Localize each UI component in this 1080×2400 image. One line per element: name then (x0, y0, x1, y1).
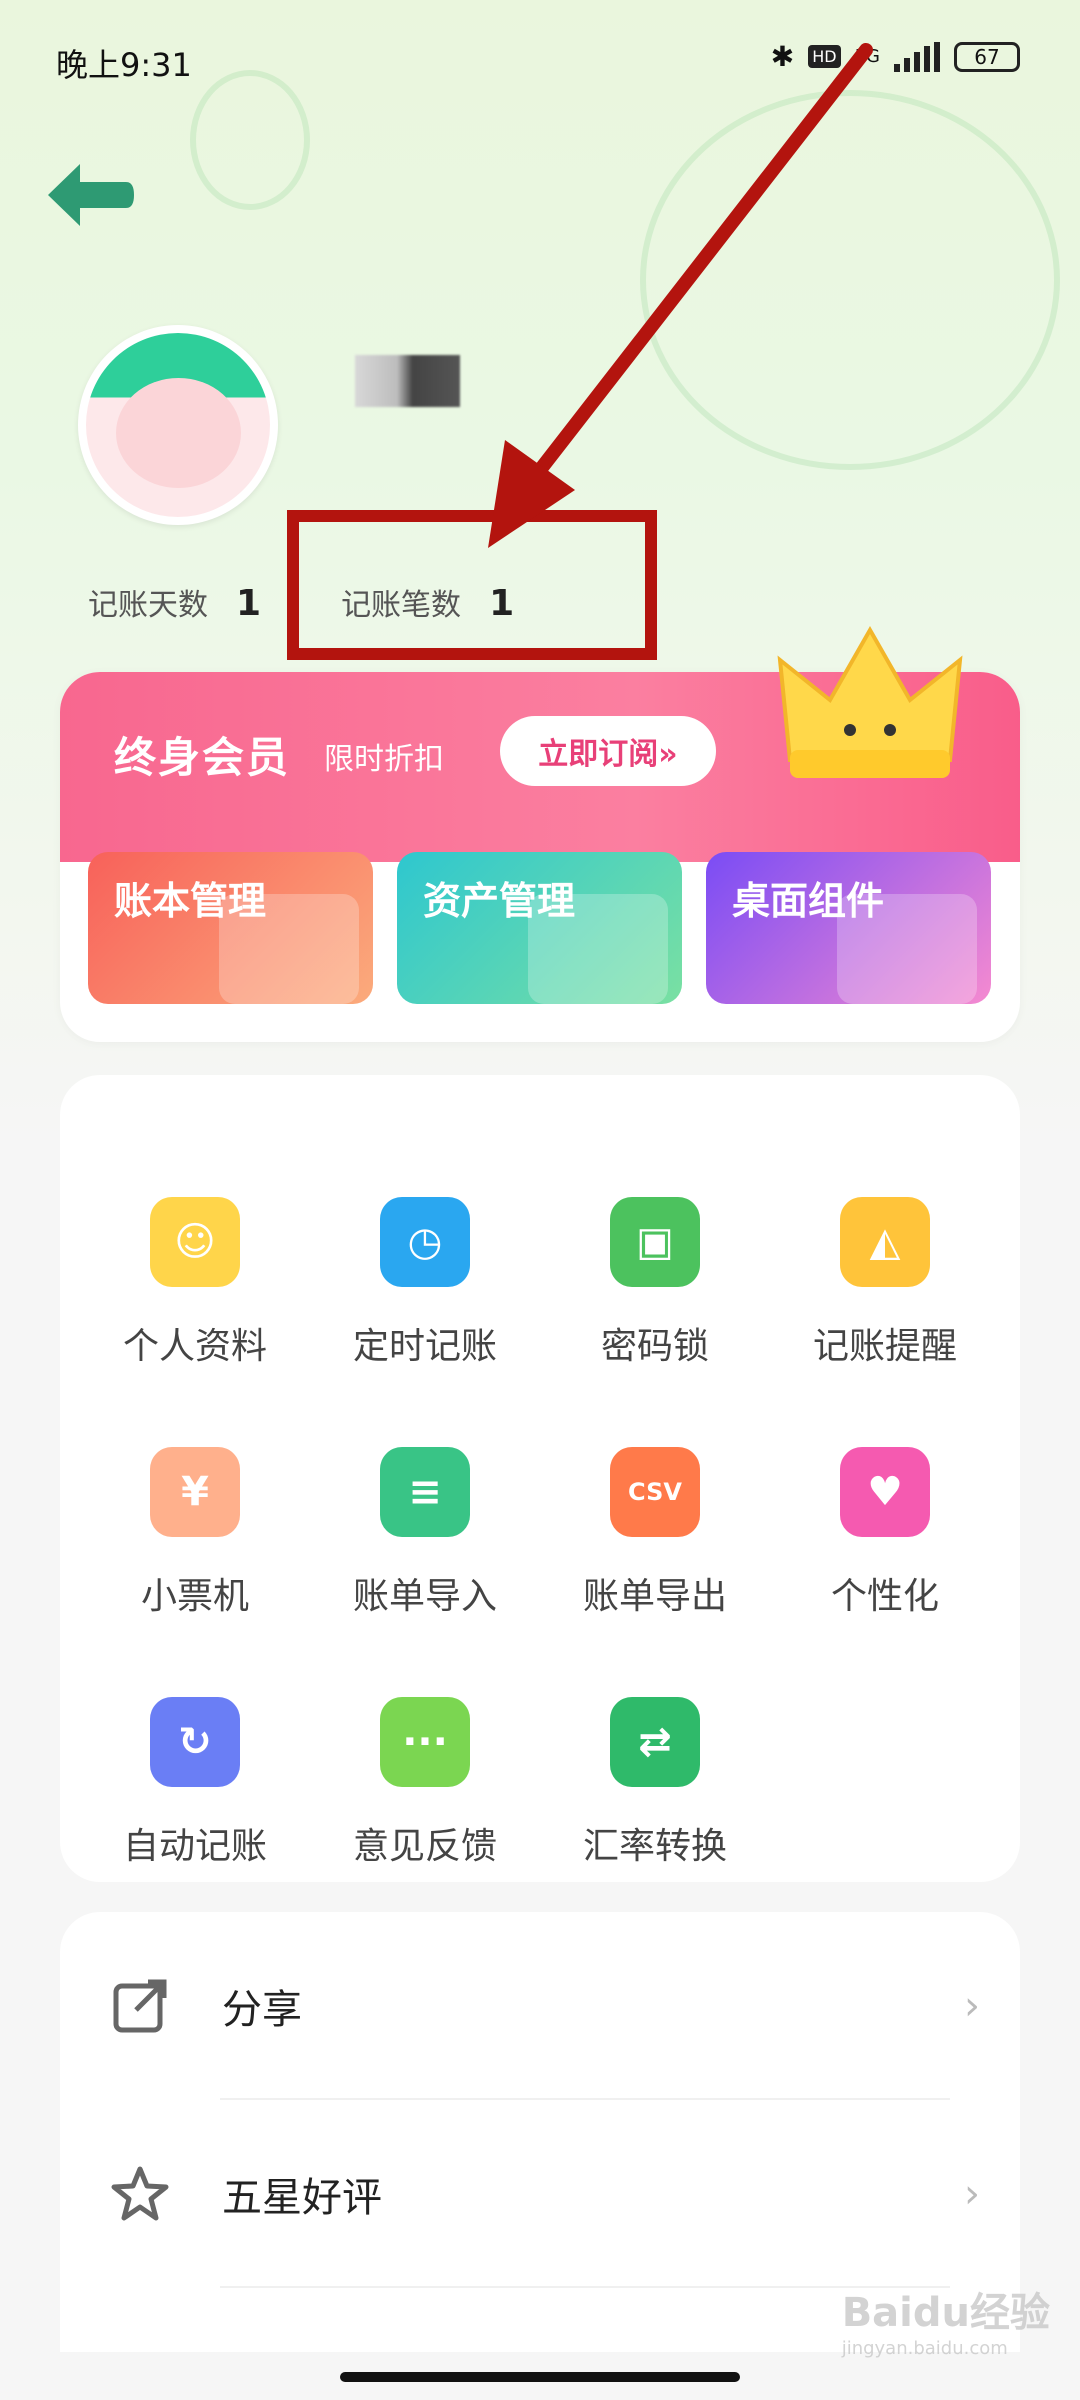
tool-item[interactable]: ↻ 自动记账 (80, 1635, 310, 1885)
tool-label: 意见反馈 (352, 1826, 497, 1867)
document-import-icon: ≡ (380, 1447, 470, 1537)
tool-item[interactable]: ⇄ 汇率转换 (540, 1635, 770, 1885)
watermark-sub: jingyan.baidu.com (841, 2338, 1008, 2359)
tool-item[interactable]: ▣ 密码锁 (540, 1135, 770, 1385)
divider (220, 2286, 950, 2288)
member-title: 终身会员 (114, 733, 291, 782)
tool-label: 个性化 (830, 1576, 939, 1617)
feature-row: 账本管理 资产管理 桌面组件 (88, 852, 992, 1004)
yuan-coin-icon (528, 894, 668, 1004)
annotation-arrow (488, 43, 873, 548)
tool-item[interactable]: ☺ 个人资料 (80, 1135, 310, 1385)
smiley-icon: ☺ (150, 1197, 240, 1287)
tools-panel: ☺ 个人资料 ◷ 定时记账 ▣ 密码锁 ◭ 记账提醒 ¥ 小票机 ≡ 账单导入 CSV 账单导出 ♥ 个性化 ↻… (60, 1075, 1020, 1882)
member-subtitle: 限时折扣 (324, 742, 444, 777)
widget-icon (837, 894, 977, 1004)
notebook-icon (219, 894, 359, 1004)
tool-item[interactable]: ≡ 账单导入 (310, 1385, 540, 1635)
tool-item[interactable]: CSV 账单导出 (540, 1385, 770, 1635)
list-item-rate[interactable]: 五星好评 › (60, 2100, 1020, 2288)
tool-label: 记账提醒 (812, 1326, 957, 1367)
tool-label: 密码锁 (600, 1326, 709, 1367)
list-item-label: 五星好评 (222, 2175, 382, 2221)
list-item-share[interactable]: 分享 › (60, 1912, 1020, 2100)
watermark: Baidu经验 jingyan.baidu.com (842, 2280, 1050, 2359)
tool-label: 汇率转换 (582, 1826, 727, 1867)
tool-label: 小票机 (140, 1576, 249, 1617)
tool-item[interactable]: ◷ 定时记账 (310, 1135, 540, 1385)
feature-ledger-management[interactable]: 账本管理 (88, 852, 373, 1004)
stopwatch-icon: ◷ (380, 1197, 470, 1287)
exchange-icon: ⇄ (610, 1697, 700, 1787)
csv-export-icon: CSV (610, 1447, 700, 1537)
home-indicator[interactable] (340, 2372, 740, 2382)
receipt-icon: ¥ (150, 1447, 240, 1537)
tool-label: 账单导出 (582, 1576, 727, 1617)
tools-grid: ☺ 个人资料 ◷ 定时记账 ▣ 密码锁 ◭ 记账提醒 ¥ 小票机 ≡ 账单导入 CSV 账单导出 ♥ 个性化 ↻… (80, 1135, 1000, 1885)
tool-label: 自动记账 (122, 1826, 267, 1867)
tool-label: 账单导入 (352, 1576, 497, 1617)
share-icon (113, 1979, 167, 2033)
refresh-icon: ↻ (150, 1697, 240, 1787)
tool-item[interactable]: ♥ 个性化 (770, 1385, 1000, 1635)
heart-icon: ♥ (840, 1447, 930, 1537)
chevron-right-icon: › (964, 1983, 980, 2029)
tool-item[interactable]: ◭ 记账提醒 (770, 1135, 1000, 1385)
star-icon (111, 2166, 169, 2221)
tool-label: 个人资料 (122, 1326, 267, 1367)
crown-icon (777, 625, 963, 778)
tool-item[interactable]: ··· 意见反馈 (310, 1635, 540, 1885)
feature-asset-management[interactable]: 资产管理 (397, 852, 682, 1004)
feature-desktop-widget[interactable]: 桌面组件 (706, 852, 991, 1004)
list-item-label: 分享 (222, 1987, 302, 2033)
tool-item[interactable]: ¥ 小票机 (80, 1385, 310, 1635)
chat-bubble-icon: ··· (380, 1697, 470, 1787)
tool-label: 定时记账 (352, 1326, 497, 1367)
lock-icon: ▣ (610, 1197, 700, 1287)
chevron-right-icon: › (964, 2171, 980, 2217)
bell-icon: ◭ (840, 1197, 930, 1287)
subscribe-button[interactable]: 立即订阅» (500, 716, 716, 786)
watermark-main: Baidu经验 (841, 2290, 1050, 2336)
